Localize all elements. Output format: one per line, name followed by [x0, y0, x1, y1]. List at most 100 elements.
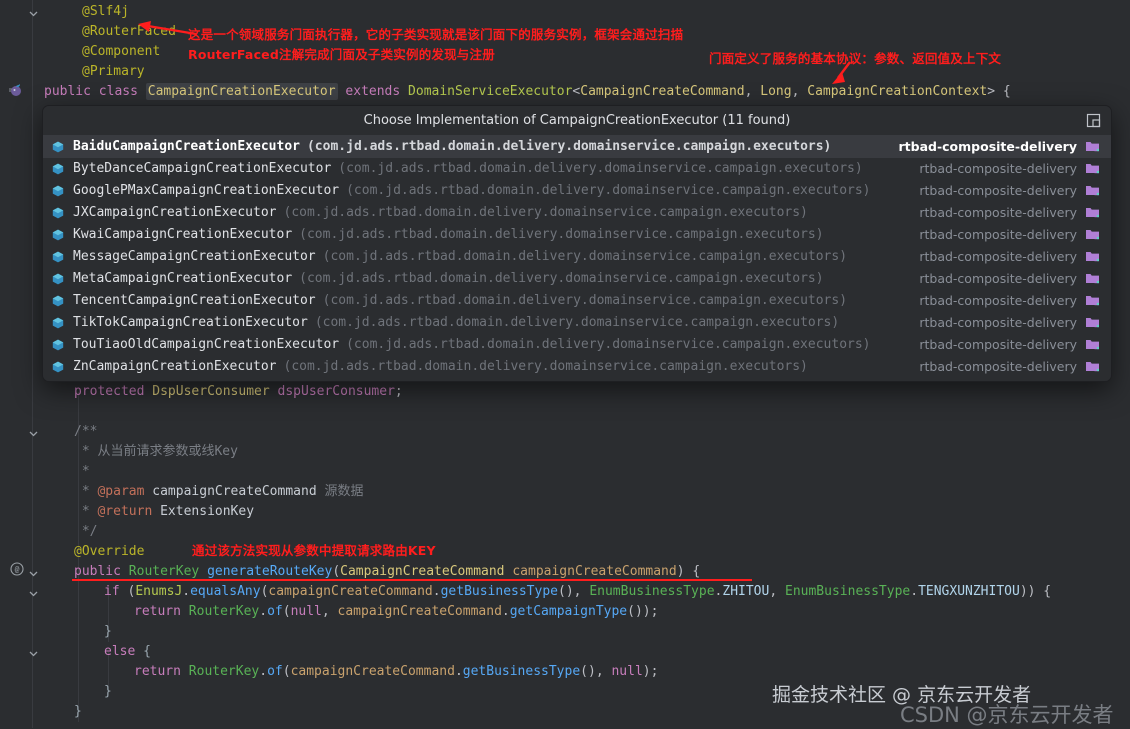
- class-icon: [51, 227, 69, 243]
- module-folder-icon: [1085, 249, 1101, 265]
- implementation-class-name: GooglePMaxCampaignCreationExecutor: [73, 183, 340, 198]
- implementation-package: (com.jd.ads.rtbad.domain.delivery.domain…: [299, 271, 824, 286]
- implementation-class-name: MessageCampaignCreationExecutor: [73, 249, 316, 264]
- implementation-module: rtbad-composite-delivery: [919, 271, 1077, 286]
- class-icon: [51, 315, 69, 331]
- code-line: *: [74, 464, 90, 479]
- implementation-package: (com.jd.ads.rtbad.domain.delivery.domain…: [314, 315, 840, 330]
- code-line: }: [74, 704, 82, 719]
- code-line: @Slf4j: [82, 4, 129, 19]
- class-icon: [51, 271, 69, 287]
- code-line: /**: [74, 424, 98, 439]
- fold-chevron-icon[interactable]: [27, 8, 39, 20]
- implementation-package: (com.jd.ads.rtbad.domain.delivery.domain…: [338, 161, 863, 176]
- implementation-class-name: ByteDanceCampaignCreationExecutor: [73, 161, 332, 176]
- class-icon: [51, 249, 69, 265]
- watermark-secondary: CSDN @京东云开发者: [900, 703, 1114, 727]
- implementation-module: rtbad-composite-delivery: [919, 227, 1077, 242]
- spring-bean-icon[interactable]: [8, 82, 24, 98]
- module-folder-icon: [1085, 359, 1101, 375]
- code-line: }: [104, 684, 112, 699]
- popup-header: Choose Implementation of CampaignCreatio…: [43, 106, 1111, 136]
- module-folder-icon: [1085, 337, 1101, 353]
- implementation-row[interactable]: MetaCampaignCreationExecutor (com.jd.ads.…: [43, 268, 1111, 290]
- annotation-text: 通过该方法实现从参数中提取请求路由KEY: [192, 543, 436, 558]
- implementation-row[interactable]: BaiduCampaignCreationExecutor (com.jd.ads…: [43, 136, 1111, 158]
- fold-chevron-icon[interactable]: [27, 428, 39, 440]
- annotation-text: 这是一个领域服务门面执行器，它的子类实现就是该门面下的服务实例，框架会通过扫描: [188, 27, 684, 42]
- ide-screenshot: @ @Slf4j @RouterFaced @Component @Primary pu…: [0, 0, 1130, 728]
- module-folder-icon: [1085, 139, 1101, 155]
- implementation-module: rtbad-composite-delivery: [898, 139, 1077, 154]
- implementation-package: (com.jd.ads.rtbad.domain.delivery.domain…: [299, 227, 824, 242]
- module-folder-icon: [1085, 205, 1101, 221]
- implementation-row[interactable]: ZnCampaignCreationExecutor (com.jd.ads.rt…: [43, 356, 1111, 378]
- implementation-module: rtbad-composite-delivery: [919, 249, 1077, 264]
- implementation-module: rtbad-composite-delivery: [919, 205, 1077, 220]
- implementation-row[interactable]: MessageCampaignCreationExecutor (com.jd.a…: [43, 246, 1111, 268]
- fold-chevron-icon[interactable]: [27, 648, 39, 660]
- class-icon: [51, 337, 69, 353]
- implementation-module: rtbad-composite-delivery: [919, 315, 1077, 330]
- implementation-package: (com.jd.ads.rtbad.domain.delivery.domain…: [346, 337, 871, 352]
- implementation-row[interactable]: KwaiCampaignCreationExecutor (com.jd.ads.…: [43, 224, 1111, 246]
- implementation-row[interactable]: GooglePMaxCampaignCreationExecutor (com.j…: [43, 180, 1111, 202]
- class-icon: [51, 139, 69, 155]
- fold-chevron-icon[interactable]: [27, 588, 39, 600]
- editor-gutter[interactable]: [0, 0, 32, 728]
- code-line: @Override: [74, 544, 145, 559]
- code-line: @Primary: [82, 64, 145, 79]
- code-line: return RouterKey.of(null, campaignCreate…: [134, 604, 659, 619]
- annotation-text: RouterFaced注解完成门面及子类实例的发现与注册: [188, 47, 495, 62]
- implementation-class-name: TikTokCampaignCreationExecutor: [73, 315, 308, 330]
- code-line: if (EnumsJ.equalsAny(campaignCreateComma…: [104, 584, 1052, 599]
- implementation-class-name: TouTiaoOldCampaignCreationExecutor: [73, 337, 340, 352]
- code-line: * @return ExtensionKey: [74, 504, 255, 519]
- implementation-class-name: ZnCampaignCreationExecutor: [73, 359, 277, 374]
- class-icon: [51, 293, 69, 309]
- svg-text:@: @: [15, 566, 20, 575]
- implementation-class-name: JXCampaignCreationExecutor: [73, 205, 277, 220]
- class-icon: [51, 205, 69, 221]
- code-line: * @param campaignCreateCommand 源数据: [74, 484, 364, 499]
- fold-chevron-icon[interactable]: [27, 568, 39, 580]
- method-signature-underline: [72, 579, 752, 581]
- choose-implementation-popup[interactable]: Choose Implementation of CampaignCreatio…: [42, 105, 1112, 382]
- module-folder-icon: [1085, 315, 1101, 331]
- open-in-split-icon[interactable]: [1085, 112, 1102, 129]
- gutter-divider: [32, 0, 33, 728]
- code-line: }: [104, 624, 112, 639]
- implementation-package: (com.jd.ads.rtbad.domain.delivery.domain…: [322, 293, 848, 308]
- module-folder-icon: [1085, 227, 1101, 243]
- implementation-row[interactable]: TikTokCampaignCreationExecutor (com.jd.ad…: [43, 312, 1111, 334]
- implementation-package: (com.jd.ads.rtbad.domain.delivery.domain…: [283, 205, 808, 220]
- class-icon: [51, 183, 69, 199]
- implementation-list[interactable]: BaiduCampaignCreationExecutor (com.jd.ads…: [43, 136, 1111, 381]
- implementation-row[interactable]: TencentCampaignCreationExecutor (com.jd.a…: [43, 290, 1111, 312]
- class-icon: [51, 359, 69, 375]
- implementation-class-name: KwaiCampaignCreationExecutor: [73, 227, 293, 242]
- implementation-module: rtbad-composite-delivery: [919, 293, 1077, 308]
- implementation-row[interactable]: ByteDanceCampaignCreationExecutor (com.jd…: [43, 158, 1111, 180]
- implementation-class-name: TencentCampaignCreationExecutor: [73, 293, 316, 308]
- implementation-row[interactable]: TouTiaoOldCampaignCreationExecutor (com.j…: [43, 334, 1111, 356]
- annotation-text: 门面定义了服务的基本协议：参数、返回值及上下文: [709, 51, 1002, 66]
- module-folder-icon: [1085, 293, 1101, 309]
- implementation-package: (com.jd.ads.rtbad.domain.delivery.domain…: [283, 359, 808, 374]
- override-method-icon[interactable]: @: [10, 562, 24, 576]
- code-line: @Component: [82, 44, 161, 59]
- code-line: else {: [104, 644, 151, 659]
- implementation-module: rtbad-composite-delivery: [919, 161, 1077, 176]
- implementation-row[interactable]: JXCampaignCreationExecutor (com.jd.ads.rt…: [43, 202, 1111, 224]
- implementation-package: (com.jd.ads.rtbad.domain.delivery.domain…: [306, 139, 832, 154]
- implementation-module: rtbad-composite-delivery: [919, 183, 1077, 198]
- class-icon: [51, 161, 69, 177]
- implementation-module: rtbad-composite-delivery: [919, 337, 1077, 352]
- module-folder-icon: [1085, 271, 1101, 287]
- implementation-class-name: BaiduCampaignCreationExecutor: [73, 139, 300, 154]
- implementation-package: (com.jd.ads.rtbad.domain.delivery.domain…: [322, 249, 848, 264]
- code-line: return RouterKey.of(campaignCreateComman…: [134, 664, 659, 679]
- module-folder-icon: [1085, 183, 1101, 199]
- implementation-module: rtbad-composite-delivery: [919, 359, 1077, 374]
- implementation-package: (com.jd.ads.rtbad.domain.delivery.domain…: [346, 183, 871, 198]
